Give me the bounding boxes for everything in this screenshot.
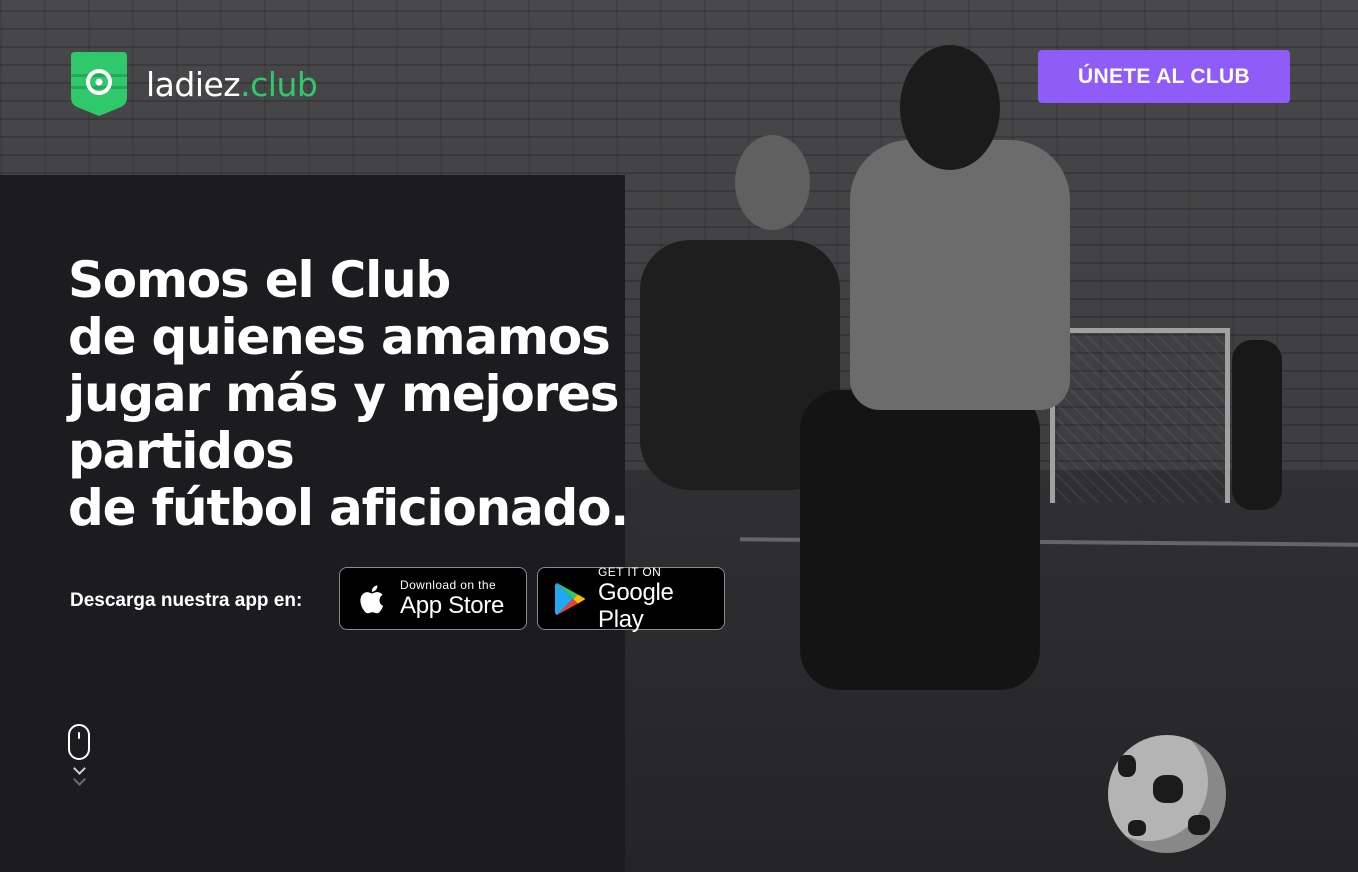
site-logo[interactable]: ladiez.club (68, 50, 318, 118)
google-play-icon (555, 582, 585, 615)
headline-line: de fútbol aficionado. (68, 479, 629, 537)
google-play-big-text: Google Play (598, 578, 674, 633)
headline-line: Somos el Club (68, 251, 451, 309)
google-play-small-text: GET IT ON (598, 564, 662, 579)
headline-line: jugar más y mejores (68, 365, 620, 423)
google-play-button[interactable]: GET IT ON Google Play (537, 564, 725, 633)
download-label: Descarga nuestra app en: (70, 590, 303, 611)
hero-headline: Somos el Club de quienes amamos jugar má… (68, 252, 688, 537)
shield-ball-icon (71, 52, 127, 116)
chevron-down-icon (73, 773, 86, 786)
headline-line: partidos (68, 422, 295, 480)
join-club-button[interactable]: ÚNETE AL CLUB (1038, 50, 1290, 103)
app-store-big-text: App Store (400, 592, 505, 619)
apple-icon (360, 584, 384, 613)
scroll-down-indicator[interactable] (68, 724, 94, 794)
headline-line: de quienes amamos (68, 308, 611, 366)
mouse-scroll-icon (68, 724, 90, 760)
app-store-small-text: Download on the (400, 578, 497, 592)
logo-wordmark: ladiez.club (146, 64, 318, 104)
app-store-button[interactable]: Download on the App Store (339, 567, 527, 630)
